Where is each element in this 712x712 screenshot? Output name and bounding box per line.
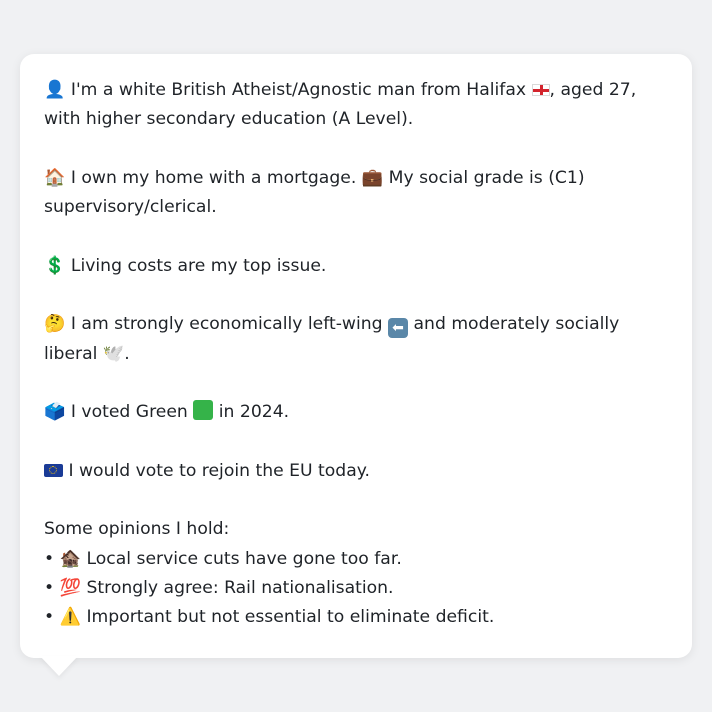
issue-line: 💲 Living costs are my top issue. bbox=[44, 252, 668, 281]
vote-year-text: in 2024. bbox=[218, 402, 290, 423]
bullet: • bbox=[44, 548, 55, 569]
opinion-text: Local service cuts have gone too far. bbox=[86, 548, 402, 569]
bullet: • bbox=[44, 578, 55, 599]
speech-bubble-tail bbox=[40, 656, 78, 676]
bullet: • bbox=[44, 607, 55, 628]
dove-icon: 🕊️ bbox=[102, 343, 125, 364]
green-square-icon bbox=[193, 400, 214, 421]
opinion-item: • 🏚️ Local service cuts have gone too fa… bbox=[44, 545, 668, 574]
opinion-text: Strongly agree: Rail nationalisation. bbox=[86, 578, 394, 599]
ballot-box-icon: 🗳️ bbox=[44, 402, 66, 423]
opinions-title: Some opinions I hold: bbox=[44, 519, 230, 540]
vote-text: I voted Green bbox=[70, 402, 188, 423]
profile-card: 👤 I'm a white British Atheist/Agnostic m… bbox=[20, 54, 692, 658]
economic-text: I am strongly economically left-wing bbox=[70, 314, 383, 335]
derelict-house-icon: 🏚️ bbox=[59, 548, 82, 569]
person-icon: 👤 bbox=[44, 80, 66, 100]
housing-text: I own my home with a mortgage. bbox=[70, 167, 357, 188]
warning-icon: ⚠️ bbox=[59, 607, 82, 628]
opinion-text: Important but not essential to eliminate… bbox=[86, 607, 495, 628]
left-arrow-icon: ⬅ bbox=[388, 318, 409, 339]
identity-line: 👤 I'm a white British Atheist/Agnostic m… bbox=[44, 76, 668, 135]
house-icon: 🏠 bbox=[44, 167, 66, 188]
dollar-icon: 💲 bbox=[44, 255, 66, 276]
eu-flag-icon bbox=[44, 463, 63, 477]
eu-text: I would vote to rejoin the EU today. bbox=[68, 460, 370, 481]
ideology-end: . bbox=[124, 343, 130, 364]
issue-text: Living costs are my top issue. bbox=[70, 255, 327, 276]
opinion-item: • ⚠️ Important but not essential to elim… bbox=[44, 603, 668, 632]
briefcase-icon: 💼 bbox=[361, 167, 384, 188]
england-flag-icon bbox=[531, 84, 550, 96]
opinion-item: • 💯 Strongly agree: Rail nationalisation… bbox=[44, 574, 668, 603]
identity-text-start: I'm a white British Atheist/Agnostic man… bbox=[70, 80, 527, 100]
housing-line: 🏠 I own my home with a mortgage. 💼 My so… bbox=[44, 164, 668, 223]
thinking-face-icon: 🤔 bbox=[44, 314, 66, 335]
hundred-points-icon: 💯 bbox=[59, 578, 82, 599]
vote-line: 🗳️ I voted Green in 2024. bbox=[44, 398, 668, 427]
eu-line: I would vote to rejoin the EU today. bbox=[44, 457, 668, 486]
ideology-line: 🤔 I am strongly economically left-wing ⬅… bbox=[44, 310, 668, 369]
